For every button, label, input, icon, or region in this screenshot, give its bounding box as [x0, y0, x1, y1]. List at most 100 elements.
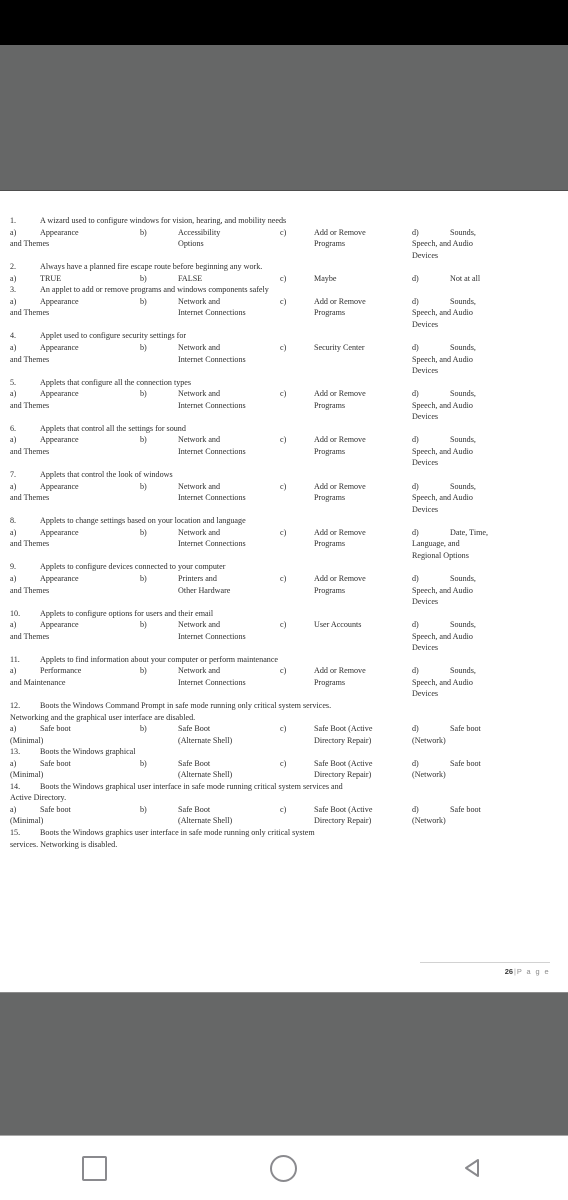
option-continuation-row: Devices — [10, 596, 555, 608]
question-text-continuation: Active Directory. — [10, 793, 67, 803]
option-b-continuation: Internet Connections — [178, 400, 246, 410]
option-d[interactable]: d) Safe boot — [412, 804, 555, 816]
option-d[interactable]: d) Sounds, — [412, 296, 555, 308]
option-label: Sounds, — [450, 573, 476, 583]
option-label: TRUE — [40, 273, 62, 283]
option-letter: a) — [10, 724, 17, 734]
option-d[interactable]: d) Sounds, — [412, 388, 555, 400]
option-c[interactable]: c) Add or Remove — [280, 481, 412, 493]
option-letter: b) — [140, 389, 147, 399]
option-d[interactable]: d) Sounds, — [412, 573, 555, 585]
option-continuation-row: and Themes Options Programs Speech, and Aud… — [10, 238, 555, 250]
option-a[interactable]: a) Performance — [10, 665, 140, 677]
option-d-continuation: Speech, and Audio — [412, 631, 473, 641]
recent-apps-button[interactable] — [0, 1136, 189, 1200]
option-c[interactable]: c) Safe Boot (Active — [280, 723, 412, 735]
question-number: 5. — [10, 377, 17, 387]
option-continuation-row: (Minimal) (Alternate Shell) Directory Repa… — [10, 735, 555, 747]
option-letter: a) — [10, 527, 17, 537]
option-continuation-row: Devices — [10, 365, 555, 377]
option-b[interactable]: b) Network and — [140, 388, 280, 400]
option-b[interactable]: b) Accessibility — [140, 227, 280, 239]
option-d[interactable]: d) Sounds, — [412, 227, 555, 239]
option-c[interactable]: c) Add or Remove — [280, 665, 412, 677]
option-b[interactable]: b) Network and — [140, 527, 280, 539]
option-b[interactable]: b) Safe Boot — [140, 804, 280, 816]
option-b[interactable]: b) FALSE — [140, 273, 280, 285]
option-b[interactable]: b) Safe Boot — [140, 723, 280, 735]
option-b[interactable]: b) Network and — [140, 665, 280, 677]
option-label: FALSE — [178, 273, 203, 283]
option-label: Not at all — [450, 273, 481, 283]
option-a[interactable]: a) Appearance — [10, 619, 140, 631]
option-label: Appearance — [40, 481, 79, 491]
option-c[interactable]: c) Safe Boot (Active — [280, 758, 412, 770]
option-a-continuation: and Maintenance — [10, 677, 66, 687]
option-letter: a) — [10, 273, 17, 283]
option-d[interactable]: d) Date, Time, — [412, 527, 555, 539]
option-letter: c) — [280, 435, 287, 445]
option-d[interactable]: d) Sounds, — [412, 619, 555, 631]
option-label: Appearance — [40, 527, 79, 537]
question-number: 2. — [10, 262, 17, 272]
option-b[interactable]: b) Safe Boot — [140, 758, 280, 770]
option-c[interactable]: c) User Accounts — [280, 619, 412, 631]
back-button[interactable] — [379, 1136, 568, 1200]
option-c[interactable]: c) Add or Remove — [280, 227, 412, 239]
option-letter: a) — [10, 758, 17, 768]
option-continuation-row: and Themes Internet Connections Programs Sp… — [10, 492, 555, 504]
home-button[interactable] — [189, 1136, 378, 1200]
option-label: Sounds, — [450, 343, 476, 353]
option-b[interactable]: b) Printers and — [140, 573, 280, 585]
option-label: Sounds, — [450, 435, 476, 445]
option-b[interactable]: b) Network and — [140, 619, 280, 631]
option-b[interactable]: b) Network and — [140, 434, 280, 446]
option-c[interactable]: c) Safe Boot (Active — [280, 804, 412, 816]
option-a[interactable]: a) Appearance — [10, 481, 140, 493]
option-a[interactable]: a) Safe boot — [10, 758, 140, 770]
option-c[interactable]: c) Add or Remove — [280, 434, 412, 446]
option-a[interactable]: a) Appearance — [10, 296, 140, 308]
option-b[interactable]: b) Network and — [140, 342, 280, 354]
option-label: Sounds, — [450, 389, 476, 399]
option-c[interactable]: c) Add or Remove — [280, 388, 412, 400]
option-c[interactable]: c) Add or Remove — [280, 296, 412, 308]
option-c[interactable]: c) Add or Remove — [280, 527, 412, 539]
option-a[interactable]: a) Appearance — [10, 388, 140, 400]
document-page[interactable]: 1. A wizard used to configure windows for… — [0, 190, 568, 993]
option-b[interactable]: b) Network and — [140, 296, 280, 308]
option-a[interactable]: a) TRUE — [10, 273, 140, 285]
option-a[interactable]: a) Appearance — [10, 527, 140, 539]
option-label: Add or Remove — [314, 296, 366, 306]
option-d[interactable]: d) Sounds, — [412, 481, 555, 493]
option-label: Appearance — [40, 343, 79, 353]
option-d[interactable]: d) Sounds, — [412, 342, 555, 354]
option-d[interactable]: d) Safe boot — [412, 723, 555, 735]
option-label: Safe Boot (Active — [314, 804, 373, 814]
option-a[interactable]: a) Appearance — [10, 434, 140, 446]
option-continuation-row: and Themes Internet Connections Programs La… — [10, 538, 555, 550]
option-d[interactable]: d) Safe boot — [412, 758, 555, 770]
question-number: 15. — [10, 827, 21, 837]
option-d-continuation: Devices — [412, 366, 439, 376]
option-a[interactable]: a) Appearance — [10, 227, 140, 239]
option-b[interactable]: b) Network and — [140, 481, 280, 493]
option-a[interactable]: a) Appearance — [10, 342, 140, 354]
option-label: Safe Boot — [178, 804, 211, 814]
option-d[interactable]: d) Sounds, — [412, 665, 555, 677]
question-stem: 15. Boots the Windows graphics user inter… — [10, 827, 555, 839]
circle-icon — [270, 1154, 298, 1182]
option-letter: c) — [280, 527, 287, 537]
question-text: Boots the Windows Command Prompt in safe… — [40, 700, 332, 710]
android-navigation-bar — [0, 1135, 568, 1200]
option-c[interactable]: c) Add or Remove — [280, 573, 412, 585]
option-label: Safe boot — [450, 758, 481, 768]
option-a[interactable]: a) Safe boot — [10, 804, 140, 816]
option-row: a) Appearance b) Network and c) Add or Remove… — [10, 388, 555, 400]
option-c[interactable]: c) Maybe — [280, 273, 412, 285]
option-a[interactable]: a) Safe boot — [10, 723, 140, 735]
option-d[interactable]: d) Sounds, — [412, 434, 555, 446]
option-c[interactable]: c) Security Center — [280, 342, 412, 354]
option-a[interactable]: a) Appearance — [10, 573, 140, 585]
option-d[interactable]: d) Not at all — [412, 273, 555, 285]
